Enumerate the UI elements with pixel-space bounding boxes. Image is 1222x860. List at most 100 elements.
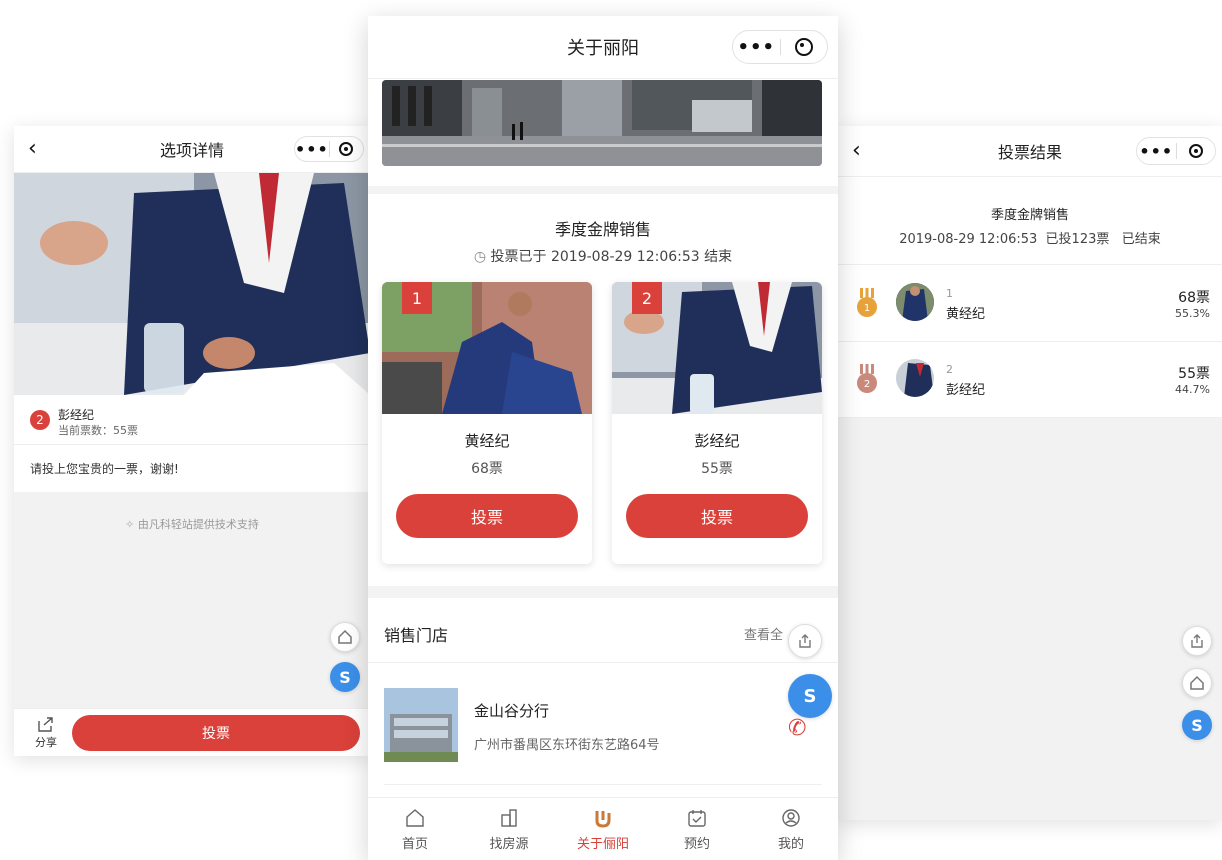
clock-icon: ◷ — [473, 249, 487, 265]
brand-float-button[interactable]: S — [1182, 710, 1212, 740]
more-dots-icon: ••• — [295, 139, 329, 159]
share-float-button[interactable] — [788, 624, 822, 658]
section-title: 销售门店 — [384, 626, 449, 645]
brand-logo-icon: S — [339, 667, 351, 687]
share-icon — [799, 634, 811, 648]
vote-button[interactable]: 投票 — [626, 494, 808, 538]
avatar — [896, 359, 934, 397]
page-title: 选项详情 — [159, 141, 224, 160]
left-navbar: ‹ 选项详情 ••• — [14, 126, 370, 173]
candidate-name: 黄经纪 — [464, 432, 510, 450]
calendar-icon — [688, 809, 706, 827]
tab-about[interactable]: 关于俪阳 — [556, 798, 650, 860]
bottom-action-bar: 分享 投票 — [14, 708, 370, 756]
more-button[interactable]: ••• — [1137, 138, 1176, 164]
capsule-menu: ••• — [732, 30, 828, 64]
vote-count: 55票 — [701, 461, 733, 477]
candidate-name: 彭经纪 — [946, 383, 986, 398]
back-icon[interactable]: ‹ — [852, 140, 861, 162]
message-text: 请投上您宝贵的一票，谢谢! — [30, 462, 179, 476]
banner-image — [382, 80, 822, 166]
brand-float-button[interactable]: S — [330, 662, 360, 692]
divider — [368, 662, 838, 663]
support-footer: ✧ 由凡科轻站提供技术支持 — [125, 518, 259, 531]
vote-summary: 2019-08-29 12:06:53 已投123票 已结束 — [899, 232, 1161, 247]
right-navbar: ‹ 投票结果 ••• — [838, 126, 1222, 177]
result-row: 1 1 黄经纪 68票 55.3% — [838, 264, 1222, 342]
divider — [384, 784, 822, 785]
vote-button[interactable]: 投票 — [396, 494, 578, 538]
rank-badge: 2 — [30, 410, 50, 430]
user-icon — [782, 808, 800, 827]
svg-text:1: 1 — [864, 303, 870, 314]
rank-badge: 2 — [632, 282, 662, 314]
vote-card-section: 季度金牌销售 ◷ 投票已于 2019-08-29 12:06:53 结束 1 黄… — [368, 194, 838, 586]
center-phone-screen: 关于丽阳 ••• 季度金牌销售 ◷ 投票已于 2019-08-29 12:06:… — [368, 16, 838, 860]
brand-logo-icon: ✧ — [125, 518, 135, 531]
more-button[interactable]: ••• — [733, 31, 780, 63]
brand-float-button[interactable]: S — [788, 674, 832, 718]
vote-button[interactable]: 投票 — [72, 715, 360, 751]
back-icon[interactable]: ‹ — [28, 138, 37, 160]
share-icon — [38, 717, 53, 732]
candidate-name: 彭经纪 — [58, 408, 95, 422]
brand-logo-icon — [595, 810, 611, 828]
candidate-info-row: 2 彭经纪 当前票数：55票 — [14, 396, 370, 445]
page-title: 关于丽阳 — [567, 38, 639, 59]
target-icon — [794, 38, 813, 56]
tab-home[interactable]: 首页 — [368, 798, 462, 860]
phone-icon[interactable]: ✆ — [788, 716, 806, 741]
share-float-button[interactable] — [1182, 626, 1212, 656]
svg-text:2: 2 — [864, 379, 870, 390]
result-row: 2 2 彭经纪 55票 44.7% — [838, 341, 1222, 418]
candidate-name: 彭经纪 — [694, 432, 740, 450]
target-icon — [1188, 144, 1203, 158]
gray-area: ✧ 由凡科轻站提供技术支持 S — [14, 492, 370, 708]
more-dots-icon: ••• — [1139, 141, 1174, 161]
right-phone-screen: ‹ 投票结果 ••• 季度金牌销售 2019-08-29 12:06:53 已投… — [838, 126, 1222, 820]
home-float-button[interactable] — [330, 622, 360, 652]
close-miniapp-button[interactable] — [1177, 138, 1216, 164]
store-address: 广州市番禺区东环街东艺路64号 — [474, 738, 660, 753]
capsule-menu: ••• — [1136, 137, 1216, 165]
home-icon — [406, 808, 424, 827]
vote-status: ◷ 投票已于 2019-08-29 12:06:53 结束 — [473, 249, 733, 265]
vote-count: 68票 — [1178, 290, 1210, 306]
rank-badge: 1 — [402, 282, 432, 314]
vote-percent: 44.7% — [1175, 383, 1210, 396]
center-navbar: 关于丽阳 ••• — [368, 16, 838, 79]
store-name: 金山谷分行 — [474, 702, 550, 720]
tab-mine[interactable]: 我的 — [744, 798, 838, 860]
gold-medal-icon: 1 — [857, 288, 877, 317]
candidate-card[interactable]: 1 黄经纪 68票 投票 — [382, 282, 592, 564]
rank-number: 2 — [946, 363, 953, 376]
target-icon — [339, 142, 354, 156]
vote-title: 季度金牌销售 — [990, 208, 1069, 223]
vote-count: 当前票数：55票 — [58, 424, 138, 437]
vote-percent: 55.3% — [1175, 307, 1210, 320]
store-thumbnail — [384, 688, 458, 762]
vote-count: 68票 — [471, 461, 503, 477]
avatar — [896, 283, 934, 321]
close-miniapp-button[interactable] — [781, 31, 828, 63]
more-button[interactable]: ••• — [295, 137, 329, 161]
share-label: 分享 — [35, 736, 57, 749]
candidate-card[interactable]: 2 彭经纪 55票 投票 — [612, 282, 822, 564]
store-item[interactable]: 金山谷分行 广州市番禺区东环街东艺路64号 ✆ S — [368, 664, 838, 784]
candidate-name: 黄经纪 — [946, 307, 986, 322]
tab-find-house[interactable]: 找房源 — [462, 798, 556, 860]
brand-logo-icon: S — [1191, 715, 1203, 735]
home-float-button[interactable] — [1182, 668, 1212, 698]
tab-appointment[interactable]: 预约 — [650, 798, 744, 860]
vote-title: 季度金牌销售 — [554, 220, 651, 239]
share-button[interactable]: 分享 — [26, 715, 66, 749]
page-title: 投票结果 — [997, 143, 1062, 162]
close-miniapp-button[interactable] — [330, 137, 363, 161]
capsule-menu: ••• — [294, 136, 364, 162]
vote-count: 55票 — [1178, 366, 1210, 382]
view-all-link[interactable]: 查看全 — [744, 624, 783, 643]
more-dots-icon: ••• — [737, 36, 775, 58]
store-section: 销售门店 查看全 金山谷分行 广州市番禺区东环街东艺路64号 ✆ S — [368, 598, 838, 798]
share-icon — [1191, 634, 1203, 648]
home-icon — [338, 629, 352, 644]
